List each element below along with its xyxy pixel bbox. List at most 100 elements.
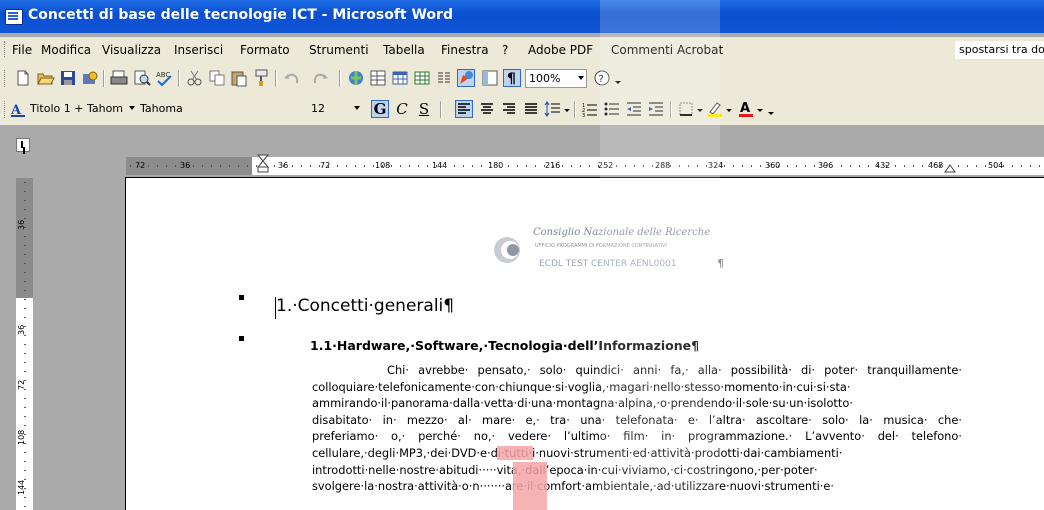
redo-icon[interactable] [312, 69, 330, 87]
insert-excel-icon[interactable] [413, 69, 431, 87]
menu-formato[interactable]: Formato [240, 43, 290, 57]
heading-2[interactable]: 1.1·Hardware,·Software,·Tecnologia·dell’… [310, 338, 699, 353]
paragraph-bullet [239, 295, 244, 300]
vertical-ruler-margin[interactable] [16, 178, 33, 298]
ruler-tick [967, 165, 968, 167]
svg-text:?: ? [599, 74, 604, 85]
menu-commenti-acrobat[interactable]: Commenti Acrobat [611, 43, 723, 57]
decrease-indent-icon[interactable] [625, 100, 643, 118]
print-icon[interactable] [110, 69, 128, 87]
ruler-tick [886, 165, 887, 167]
ruler-tick [940, 165, 941, 167]
menu-tabella[interactable]: Tabella [383, 43, 425, 57]
align-center-icon[interactable] [478, 100, 496, 118]
menubar-grip-handle[interactable] [4, 41, 8, 57]
paragraph-mark: ¶ [717, 257, 724, 270]
align-left-icon[interactable] [455, 100, 473, 118]
svg-text:¶: ¶ [507, 71, 516, 86]
font-size-dropdown[interactable]: 12 [308, 100, 366, 119]
chevron-down-icon[interactable] [563, 100, 571, 118]
spelling-icon[interactable]: ABC [155, 69, 173, 87]
line-spacing-icon[interactable] [544, 100, 562, 118]
menu-inserisci[interactable]: Inserisci [174, 43, 223, 57]
menu-strumenti[interactable]: Strumenti [309, 43, 369, 57]
help-icon[interactable]: ? [593, 69, 611, 87]
ruler-tick [24, 380, 26, 381]
ruler-tick [24, 191, 26, 192]
underline-button[interactable]: S [415, 100, 433, 118]
undo-icon[interactable] [282, 69, 300, 87]
menu-visualizza[interactable]: Visualizza [102, 43, 161, 57]
italic-button[interactable]: C [393, 100, 411, 118]
new-icon[interactable] [14, 69, 32, 87]
ruler-tick [904, 165, 905, 167]
ruler-tick [220, 165, 221, 167]
toolbar-separator [440, 101, 442, 118]
font-color-icon[interactable]: A [737, 100, 755, 118]
redaction-mark [513, 462, 547, 510]
format-painter-icon[interactable] [252, 69, 270, 87]
heading-1[interactable]: 1.·Concetti·generali¶ [276, 296, 454, 316]
toolbar-grip-handle[interactable] [4, 70, 8, 87]
toolbar-options-icon[interactable] [613, 69, 623, 87]
ruler-tick [1012, 165, 1013, 167]
logo-line-2: UFFICIO PROGRAMMI DI FORMAZIONE CONTINUA… [535, 243, 667, 249]
show-formatting-icon[interactable]: ¶ [503, 69, 521, 87]
menu-help[interactable]: ? [502, 43, 508, 57]
font-dropdown[interactable]: Tahoma [137, 100, 277, 119]
paste-icon[interactable] [230, 69, 248, 87]
font-value: Tahoma [140, 102, 183, 115]
ruler-tick [814, 165, 815, 167]
ask-question-box[interactable]: spostarsi tra do [955, 41, 1044, 59]
chevron-down-icon[interactable] [756, 100, 764, 118]
chevron-down-icon[interactable] [696, 100, 704, 118]
drawing-icon[interactable] [457, 69, 475, 87]
menu-modifica[interactable]: Modifica [41, 43, 91, 57]
indent-marker-icon[interactable] [256, 154, 270, 177]
styles-formatting-icon[interactable]: A [9, 100, 27, 118]
ruler-tick [24, 182, 26, 183]
document-map-icon[interactable] [481, 69, 499, 87]
ruler-tick [166, 165, 167, 167]
save-icon[interactable] [59, 69, 77, 87]
ruler-tick [625, 165, 626, 167]
align-right-icon[interactable] [500, 100, 518, 118]
print-preview-icon[interactable] [133, 69, 151, 87]
increase-indent-icon[interactable] [647, 100, 665, 118]
toolbar-options-icon[interactable] [766, 100, 776, 118]
toolbar-grip-handle[interactable] [4, 101, 8, 118]
ruler-tick [796, 165, 797, 167]
cut-icon[interactable] [186, 69, 204, 87]
permission-icon[interactable] [81, 69, 99, 87]
highlight-icon[interactable] [706, 100, 724, 118]
word-app-icon[interactable] [5, 9, 23, 25]
menu-finestra[interactable]: Finestra [441, 43, 489, 57]
justify-icon[interactable] [522, 100, 540, 118]
columns-icon[interactable] [435, 69, 453, 87]
body-paragraph[interactable]: Chi· avrebbe· pensato,· solo· quindici· … [312, 362, 962, 495]
tables-borders-icon[interactable] [369, 69, 387, 87]
copy-icon[interactable] [208, 69, 226, 87]
ruler-tick [24, 497, 26, 498]
numbering-icon[interactable]: 123 [581, 100, 599, 119]
chevron-down-icon[interactable] [725, 100, 733, 118]
hyperlink-icon[interactable] [347, 69, 365, 87]
tab-selector-icon[interactable] [16, 138, 30, 152]
ruler-tick [868, 165, 869, 167]
style-dropdown[interactable]: Titolo 1 + Tahom [27, 100, 135, 119]
bold-button[interactable]: G [371, 100, 389, 118]
paragraph-line: svolgere·la·nostra·attività·o·n·······ar… [312, 479, 835, 494]
borders-icon[interactable] [677, 100, 695, 118]
right-indent-marker-icon[interactable] [944, 160, 956, 177]
zoom-dropdown[interactable]: 100% [525, 69, 587, 88]
insert-table-icon[interactable] [391, 69, 409, 87]
ruler-tick [688, 165, 689, 167]
menu-file[interactable]: File [12, 43, 32, 57]
toolbar-separator [275, 70, 277, 87]
menu-adobe-pdf[interactable]: Adobe PDF [528, 43, 593, 57]
ruler-tick [706, 165, 707, 167]
open-icon[interactable] [37, 69, 55, 87]
bullets-icon[interactable] [603, 100, 621, 118]
ruler-tick [24, 434, 26, 435]
ruler-tick [283, 165, 284, 167]
